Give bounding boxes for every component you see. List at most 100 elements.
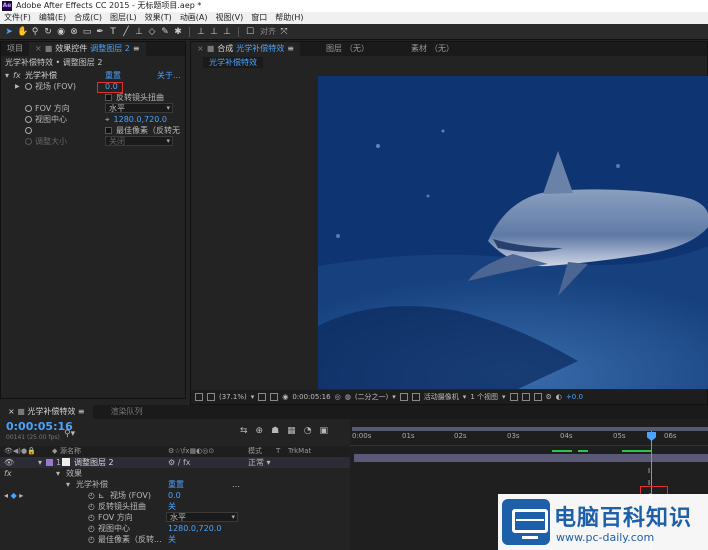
property-value[interactable]: 1280.0,720.0 [168,523,221,534]
chevron-down-icon[interactable]: ▾ [463,393,467,401]
tab-render-queue[interactable]: 渲染队列 [103,405,151,419]
column-header-mode[interactable]: 模式 [248,446,262,457]
motion-blur-icon[interactable]: ◔ [304,426,312,436]
chevron-down-icon[interactable]: ▾ [392,393,396,401]
property-row[interactable]: ◴ FOV 方向 水平 [0,512,350,523]
label-color-swatch[interactable] [46,459,53,466]
camera-view-dropdown[interactable]: 活动摄像机 [424,392,459,402]
stopwatch-icon[interactable]: ◴ [88,490,95,501]
view-center-coords[interactable]: 1280.0,720.0 [114,115,167,124]
reset-link[interactable]: 重置 [105,70,121,81]
comp-breadcrumb[interactable]: 光学补偿特效 [203,56,263,68]
property-value[interactable]: 关 [168,534,176,545]
rotate-tool-icon[interactable]: ↻ [43,27,53,37]
grid-options-icon[interactable] [258,393,267,401]
menu-view[interactable]: 视图(V) [212,12,248,24]
current-time-display[interactable]: 0:00:05:16 [292,393,330,401]
reset-link[interactable]: 重置 [168,479,184,490]
tab-project[interactable]: 项目 [1,42,29,56]
resolution-dropdown[interactable]: (二分之一) [355,392,388,402]
snap-options-icon[interactable]: ⤧ [279,27,289,37]
world-axis-icon[interactable]: ⊥ [209,27,219,37]
dropdown-value[interactable]: 关闭 [105,136,173,146]
snapshot-icon[interactable]: ◎ [335,393,341,401]
draft-3d-icon[interactable]: ⊕ [256,426,264,436]
exposure-value[interactable]: +0.0 [566,393,583,401]
eye-icon[interactable]: 👁 [4,457,14,468]
view-layout-dropdown[interactable]: 1 个视图 [470,392,498,402]
crosshair-icon[interactable]: ⌖ [105,115,110,124]
view-axis-icon[interactable]: ⊥ [222,27,232,37]
dropdown-value[interactable]: 水平 [166,512,238,522]
panel-lock-icon[interactable]: ■ [17,407,25,416]
stopwatch-icon[interactable]: ◴ [88,512,95,523]
view-center-value[interactable]: ⌖ 1280.0,720.0 [105,114,167,125]
menu-effect[interactable]: 效果(T) [141,12,176,24]
pan-behind-tool-icon[interactable]: ⊗ [69,27,79,37]
twirl-open-icon[interactable]: ▾ [5,70,9,81]
tab-effect-controls[interactable]: × ■ 效果控件 调整图层 2 ≡ [29,42,146,56]
checkbox-box[interactable] [105,94,112,101]
frame-blending-icon[interactable]: ▦ [287,426,296,436]
panel-lock-icon[interactable]: ■ [45,42,53,56]
work-area-bar[interactable] [352,427,708,431]
menu-composition[interactable]: 合成(C) [70,12,106,24]
close-icon[interactable]: × [8,407,15,416]
always-preview-icon[interactable] [195,393,203,401]
twirl-open-icon[interactable]: ▾ [66,479,70,490]
roto-brush-tool-icon[interactable]: ✎ [160,27,170,37]
resize-dropdown[interactable]: 关闭 [105,136,173,147]
stopwatch-icon[interactable] [25,83,32,90]
tab-footage[interactable]: 素材 （无） [405,42,460,56]
blend-mode-dropdown[interactable]: 正常 ▾ [248,457,271,468]
property-row[interactable]: ◴ 反转镜头扭曲 关 [0,501,350,512]
selection-tool-icon[interactable]: ➤ [4,27,14,37]
region-of-interest-icon[interactable] [399,393,408,401]
clone-stamp-tool-icon[interactable]: ⊥ [134,27,144,37]
hand-tool-icon[interactable]: ✋ [17,27,28,37]
timeline-timecode[interactable]: 0:00:05:16 [6,420,73,433]
menu-help[interactable]: 帮助(H) [271,12,307,24]
layer-duration-bar[interactable] [354,454,708,462]
dropdown-value[interactable]: 水平 [105,103,173,113]
pen-tool-icon[interactable]: ✒ [95,27,105,37]
tab-timeline-comp[interactable]: × ■ 光学补偿特效 ≡ [0,405,93,419]
tab-layer[interactable]: 图层 （无） [320,42,375,56]
keyframe-navigator[interactable]: ◂ ◆ ▸ [4,490,23,501]
column-header-trkmat[interactable]: TrkMat [288,446,311,457]
property-row[interactable]: ◂ ◆ ▸ ◴ ⊾ 视场 (FOV) 0.0 [0,490,350,501]
property-row[interactable]: ◴ 视图中心 1280.0,720.0 [0,523,350,534]
menu-edit[interactable]: 编辑(E) [35,12,70,24]
more-icon[interactable]: … [232,479,240,490]
twirl-open-icon[interactable]: ▾ [38,457,42,468]
fov-value[interactable]: 0.0 [168,490,181,501]
fx-icon[interactable]: fx [4,468,12,479]
stopwatch-icon[interactable] [25,127,32,134]
magnification-dropdown[interactable]: (37.1%) [219,393,247,401]
eraser-tool-icon[interactable]: ◇ [147,27,157,37]
close-icon[interactable]: × [35,42,42,56]
camera-tool-icon[interactable]: ◉ [56,27,66,37]
brush-tool-icon[interactable]: ╱ [121,27,131,37]
local-axis-icon[interactable]: ⊥ [196,27,206,37]
graph-editor-icon[interactable]: ▣ [320,426,329,436]
stopwatch-icon[interactable]: ◴ [88,534,95,545]
fov-orientation-dropdown[interactable]: 水平 [166,512,238,523]
twirl-closed-icon[interactable]: ▶ [15,81,20,92]
channel-icon[interactable]: ◍ [345,393,351,401]
stopwatch-icon[interactable]: ◴ [88,523,95,534]
graph-icon[interactable]: ⊾ [98,490,105,501]
column-header-source[interactable]: 源名称 [60,446,81,457]
layer-switches[interactable]: ⚙ / fx [168,457,191,468]
zoom-tool-icon[interactable]: ⚲ [30,27,40,37]
layer-row[interactable]: 👁 ▾ 1 调整图层 2 ⚙ / fx 正常 ▾ [0,457,350,468]
menu-window[interactable]: 窗口 [247,12,271,24]
menu-animation[interactable]: 动画(A) [176,12,212,24]
puppet-pin-tool-icon[interactable]: ✱ [173,27,183,37]
reverse-distortion-checkbox[interactable]: 反转镜头扭曲 [105,92,164,103]
panel-menu-icon[interactable]: ≡ [78,407,85,416]
menu-file[interactable]: 文件(F) [0,12,35,24]
optimal-pixels-checkbox[interactable]: 最佳像素（反转无 [105,125,180,136]
layer-name[interactable]: 调整图层 2 [74,457,114,468]
chevron-down-icon[interactable]: ▾ [502,393,506,401]
